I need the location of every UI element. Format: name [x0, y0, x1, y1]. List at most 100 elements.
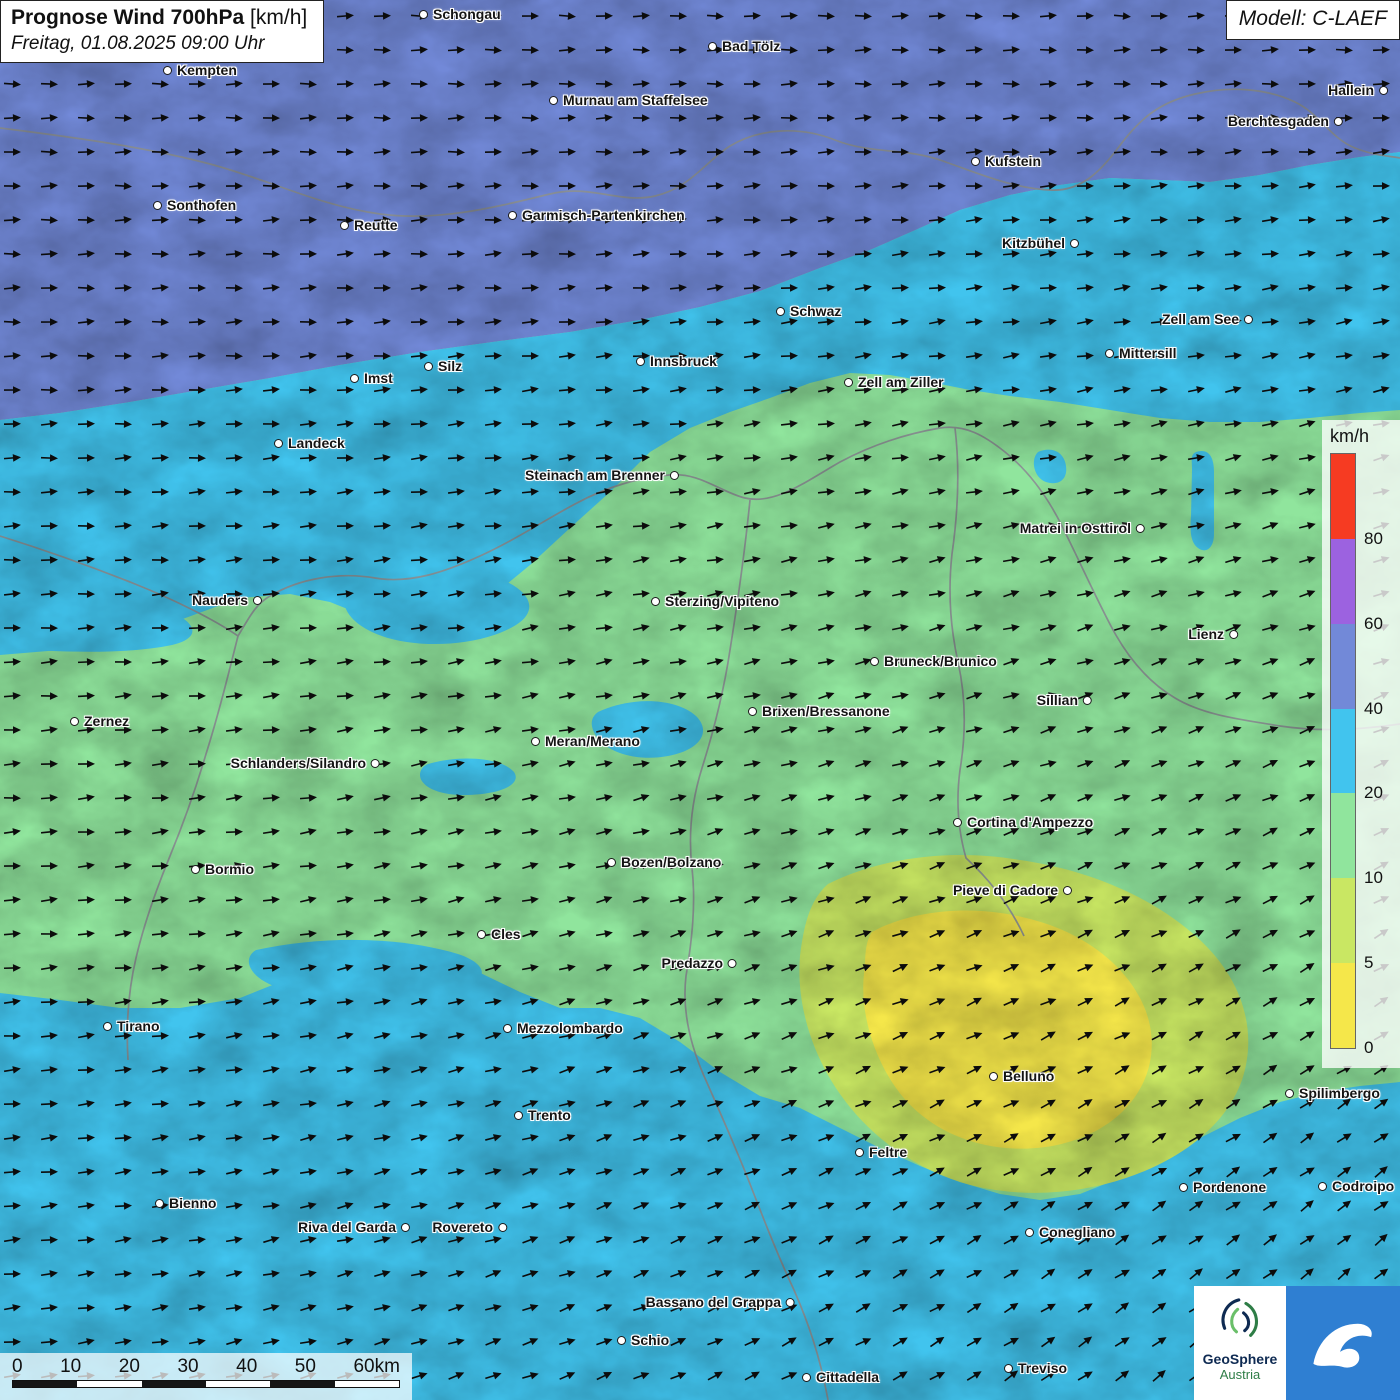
city-marker: Schongau: [419, 6, 501, 22]
city-label: Mittersill: [1119, 345, 1177, 361]
city-marker: Lienz: [1188, 626, 1238, 642]
city-dot: [1179, 1183, 1188, 1192]
city-marker: Kempten: [163, 62, 237, 78]
scalebar-segment: [142, 1381, 206, 1387]
legend-tick-label: 0: [1364, 1038, 1373, 1058]
legend-segment: 10: [1331, 793, 1355, 878]
weather-map: Schongau Bad Tölz Kempten Murnau am Staffel…: [0, 0, 1400, 1400]
city-marker: Nauders: [192, 592, 262, 608]
city-label: Feltre: [869, 1144, 907, 1160]
city-dot: [1105, 349, 1114, 358]
scalebar-segment: [77, 1381, 141, 1387]
city-label: Belluno: [1003, 1068, 1054, 1084]
city-dot: [274, 439, 283, 448]
legend-tick-label: 5: [1364, 953, 1373, 973]
city-marker: Garmisch-Partenkirchen: [508, 207, 685, 223]
city-dot: [419, 10, 428, 19]
scalebar-tick: 10: [60, 1356, 81, 1378]
city-dot: [776, 307, 785, 316]
city-marker: Bormio: [191, 861, 254, 877]
city-label: Matrei in Osttirol: [1020, 520, 1131, 536]
city-label: Sillian: [1037, 692, 1078, 708]
geosphere-mark-box: [1286, 1286, 1400, 1400]
city-dot: [1070, 239, 1079, 248]
city-marker: Kitzbühel: [1002, 235, 1079, 251]
legend-segment: 60: [1331, 539, 1355, 624]
city-dot: [971, 157, 980, 166]
city-dot: [340, 221, 349, 230]
city-marker: Landeck: [274, 435, 345, 451]
city-marker: Brixen/Bressanone: [748, 703, 890, 719]
city-label: Garmisch-Partenkirchen: [522, 207, 685, 223]
city-marker: Zell am Ziller: [844, 374, 944, 390]
legend-unit-label: km/h: [1330, 426, 1400, 447]
city-label: Bormio: [205, 861, 254, 877]
legend-segment: 40: [1331, 624, 1355, 709]
logo-title: GeoSphere: [1203, 1351, 1278, 1367]
city-marker: Meran/Merano: [531, 733, 640, 749]
city-label: Lienz: [1188, 626, 1224, 642]
city-marker: Matrei in Osttirol: [1020, 520, 1145, 536]
city-dot: [1244, 315, 1253, 324]
city-marker: Sillian: [1037, 692, 1092, 708]
city-label: Trento: [528, 1107, 571, 1123]
scalebar-ruler: [12, 1380, 400, 1388]
city-label: Murnau am Staffelsee: [563, 92, 708, 108]
city-label: Tirano: [117, 1018, 160, 1034]
forecast-datetime: Freitag, 01.08.2025 09:00 Uhr: [11, 33, 307, 55]
legend-tick-label: 20: [1364, 783, 1383, 803]
legend-segment: 5: [1331, 878, 1355, 963]
city-marker: Berchtesgaden: [1228, 113, 1343, 129]
city-label: Conegliano: [1039, 1224, 1115, 1240]
city-label: Sterzing/Vipiteno: [665, 593, 779, 609]
legend-segment: 80: [1331, 454, 1355, 539]
city-marker: Sterzing/Vipiteno: [651, 593, 779, 609]
city-dot: [508, 211, 517, 220]
city-marker: Mezzolombardo: [503, 1020, 623, 1036]
city-marker: Bruneck/Brunico: [870, 653, 997, 669]
city-label: Treviso: [1018, 1360, 1067, 1376]
city-dot: [748, 707, 757, 716]
city-dot: [786, 1298, 795, 1307]
legend-segment: 20: [1331, 709, 1355, 794]
scalebar: 0102030405060km: [0, 1353, 412, 1400]
city-label: Bad Tölz: [722, 38, 780, 54]
city-label: Cles: [491, 926, 521, 942]
city-dot: [503, 1024, 512, 1033]
city-dot: [1318, 1182, 1327, 1191]
scalebar-tick: 40: [236, 1356, 257, 1378]
city-dot: [153, 201, 162, 210]
geosphere-mark-icon: [1306, 1311, 1380, 1375]
geosphere-swirl-icon: [1214, 1294, 1266, 1346]
scalebar-segment: [13, 1381, 77, 1387]
title-box: Prognose Wind 700hPa [km/h] Freitag, 01.…: [0, 0, 324, 63]
city-dot: [1136, 524, 1145, 533]
city-marker: Mittersill: [1105, 345, 1177, 361]
city-label: Rovereto: [432, 1219, 493, 1235]
city-label: Innsbruck: [650, 353, 717, 369]
city-marker: Schwaz: [776, 303, 841, 319]
city-marker: Spilimbergo: [1285, 1085, 1380, 1101]
city-label: Nauders: [192, 592, 248, 608]
city-dot: [191, 865, 200, 874]
city-dot: [636, 357, 645, 366]
city-label: Brixen/Bressanone: [762, 703, 890, 719]
city-label: Berchtesgaden: [1228, 113, 1329, 129]
city-marker: Rovereto: [432, 1219, 507, 1235]
city-label: Kufstein: [985, 153, 1041, 169]
scalebar-ticks: 0102030405060km: [12, 1356, 400, 1378]
city-label: Spilimbergo: [1299, 1085, 1380, 1101]
city-label: Meran/Merano: [545, 733, 640, 749]
city-dot: [350, 374, 359, 383]
city-dot: [70, 717, 79, 726]
city-label: Zernez: [84, 713, 129, 729]
city-dot: [549, 96, 558, 105]
city-marker: Cittadella: [802, 1369, 879, 1385]
city-label: Riva del Garda: [298, 1219, 396, 1235]
scalebar-tick: 30: [177, 1356, 198, 1378]
legend-tick-label: 40: [1364, 699, 1383, 719]
city-marker: Reutte: [340, 217, 398, 233]
legend-panel: km/h 806040201050: [1322, 420, 1400, 1068]
city-dot: [401, 1223, 410, 1232]
city-marker: Pieve di Cadore: [953, 882, 1072, 898]
